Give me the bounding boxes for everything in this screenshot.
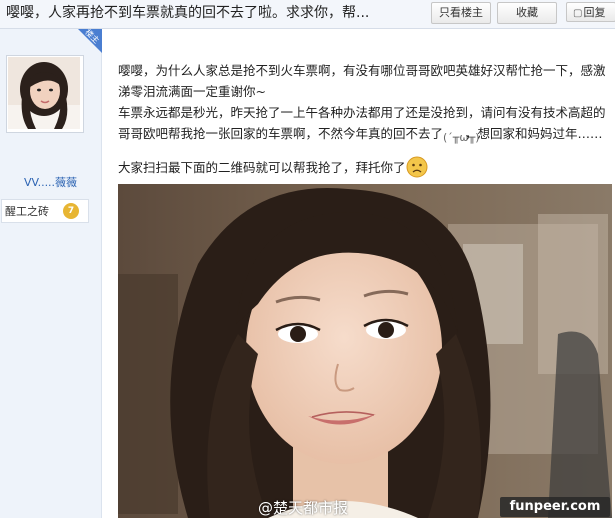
user-level: 醒工之砖 7: [1, 199, 89, 223]
reply-label: 回复: [583, 6, 606, 19]
level-badge: 7: [63, 203, 79, 219]
sad-face-emoji-icon: [406, 156, 428, 178]
level-title: 醒工之砖: [5, 205, 49, 218]
favorite-button[interactable]: 收藏: [497, 2, 557, 24]
post-photo[interactable]: [118, 184, 612, 518]
thread-header: 嘤嘤，人家再抢不到车票就真的回不去了啦。求求你，帮... 只看楼主 收藏 ▢回复: [0, 0, 615, 29]
post-text: ，想回家和妈妈过年……: [465, 126, 603, 141]
site-badge: funpeer.com: [500, 497, 610, 517]
username-link[interactable]: VV.....薇薇: [0, 174, 101, 190]
user-sidebar: VV.....薇薇 醒工之砖 7: [0, 29, 102, 518]
post-paragraph: 大家扫扫最下面的二维码就可以帮我抢了，拜托你了: [118, 156, 612, 178]
thread-title: 嘤嘤，人家再抢不到车票就真的回不去了啦。求求你，帮...: [6, 5, 370, 21]
post-paragraph: 车票永远都是秒光，昨天抢了一上午各种办法都用了还是没抢到，请问有没有技术高超的哥…: [118, 102, 612, 144]
reply-icon: ▢: [573, 8, 583, 19]
op-corner-badge: 楼主: [78, 29, 102, 53]
selfie-image: [118, 184, 612, 518]
only-op-button[interactable]: 只看楼主: [431, 2, 491, 24]
post-paragraph: 嘤嘤，为什么人家总是抢不到火车票啊，有没有哪位哥哥欧吧英雄好汉帮忙抢一下，感激涕…: [118, 63, 606, 99]
reply-button[interactable]: ▢回复: [566, 2, 615, 22]
avatar-image: [8, 57, 80, 129]
crying-emoticon-icon: (´╥ω╥): [443, 131, 480, 144]
avatar[interactable]: [6, 55, 84, 133]
photo-watermark: @楚天都市报: [258, 499, 349, 517]
post-text: 大家扫扫最下面的二维码就可以帮我抢了，拜托你了: [118, 160, 406, 175]
